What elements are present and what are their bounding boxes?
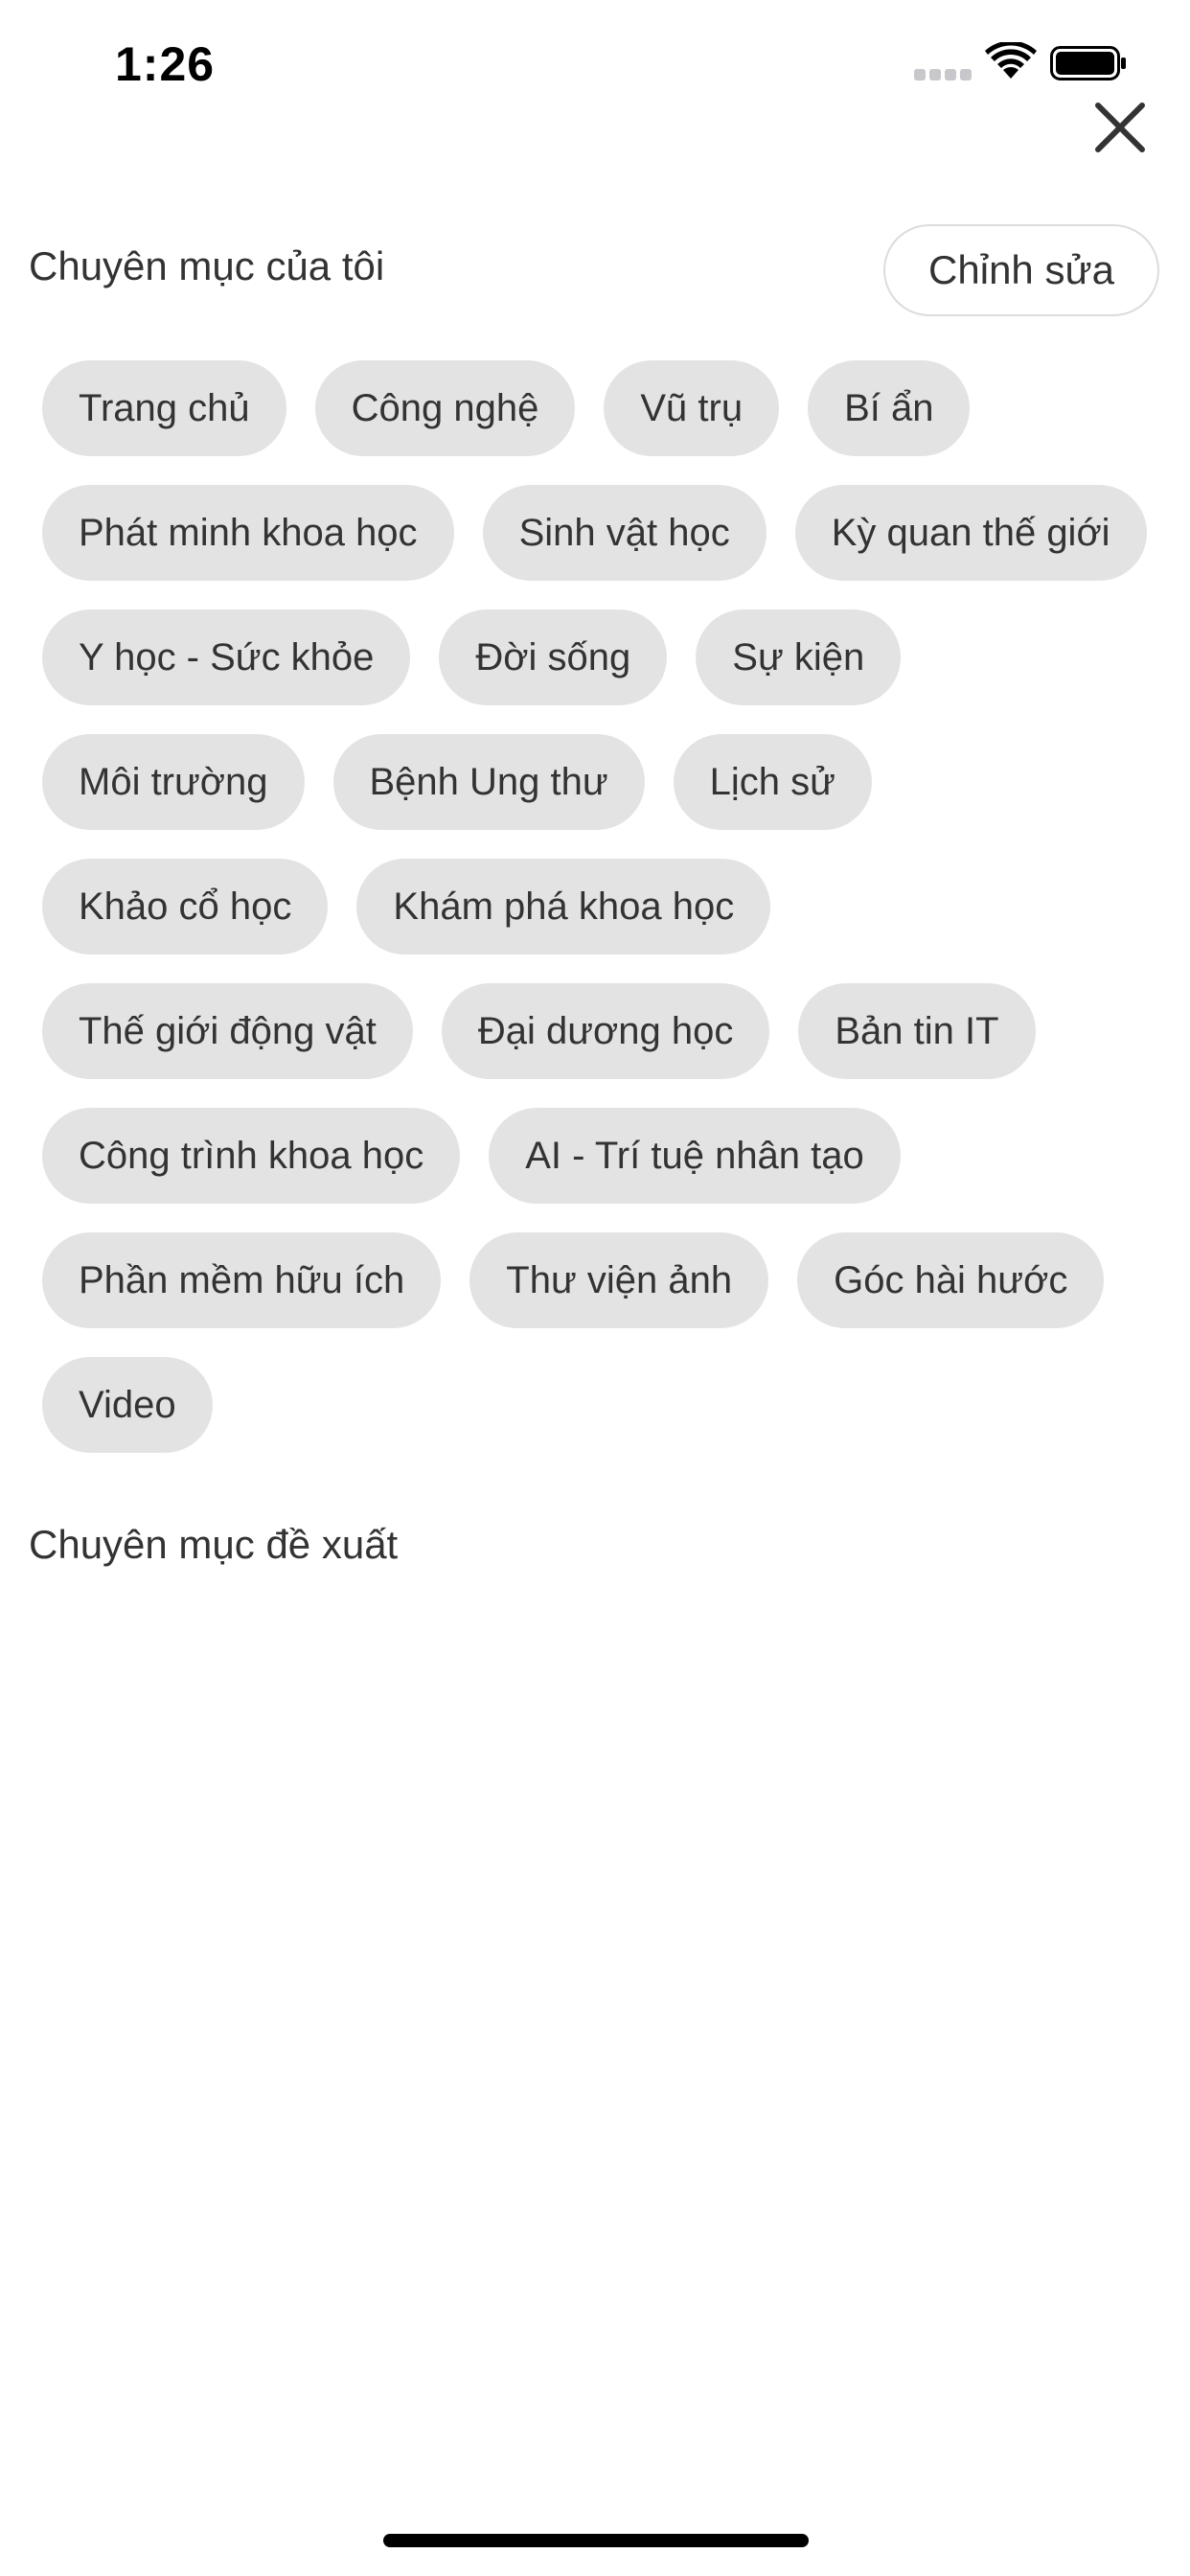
category-chip[interactable]: Phần mềm hữu ích: [42, 1232, 442, 1328]
suggested-categories-title: Chuyên mục đề xuất: [29, 1522, 399, 1567]
category-chip[interactable]: Y học - Sức khỏe: [42, 610, 411, 705]
category-chip[interactable]: Môi trường: [42, 734, 305, 830]
category-chip[interactable]: Đời sống: [439, 610, 668, 705]
category-chip[interactable]: Công nghệ: [314, 360, 576, 456]
category-chip[interactable]: Đại dương học: [441, 983, 770, 1079]
category-chip[interactable]: Góc hài hước: [797, 1232, 1105, 1328]
category-chip[interactable]: Bệnh Ung thư: [332, 734, 645, 830]
home-indicator[interactable]: [383, 2534, 809, 2547]
category-chip[interactable]: Trang chủ: [42, 360, 286, 456]
category-chip[interactable]: Phát minh khoa học: [42, 485, 454, 581]
my-categories-list: Trang chủ Công nghệ Vũ trụ Bí ẩn Phát mi…: [42, 360, 1163, 1453]
category-chip[interactable]: Thư viện ảnh: [469, 1232, 769, 1328]
wifi-icon: [985, 42, 1037, 79]
close-icon: [1095, 103, 1145, 152]
category-chip[interactable]: Công trình khoa học: [42, 1108, 461, 1204]
category-chip[interactable]: Kỳ quan thế giới: [794, 485, 1147, 581]
category-chip[interactable]: Khảo cổ học: [42, 859, 329, 954]
edit-button[interactable]: Chỉnh sửa: [883, 224, 1159, 316]
status-time: 1:26: [115, 37, 216, 91]
close-button[interactable]: [1088, 96, 1152, 159]
category-chip[interactable]: Khám phá khoa học: [356, 859, 771, 954]
category-chip[interactable]: Thế giới động vật: [42, 983, 413, 1079]
status-bar: 1:26: [0, 0, 1190, 126]
category-chip[interactable]: Bí ẩn: [808, 360, 971, 456]
category-chip[interactable]: Sinh vật học: [482, 485, 767, 581]
my-categories-title: Chuyên mục của tôi: [29, 243, 385, 288]
category-chip[interactable]: Sự kiện: [696, 610, 902, 705]
battery-icon: [1050, 46, 1126, 80]
category-chip[interactable]: AI - Trí tuệ nhân tạo: [489, 1108, 901, 1204]
category-chip[interactable]: Vũ trụ: [604, 360, 780, 456]
category-chip[interactable]: Lịch sử: [673, 734, 872, 830]
cellular-signal-icon: [914, 69, 972, 82]
category-chip[interactable]: Bản tin IT: [798, 983, 1036, 1079]
category-chip[interactable]: Video: [42, 1357, 213, 1453]
